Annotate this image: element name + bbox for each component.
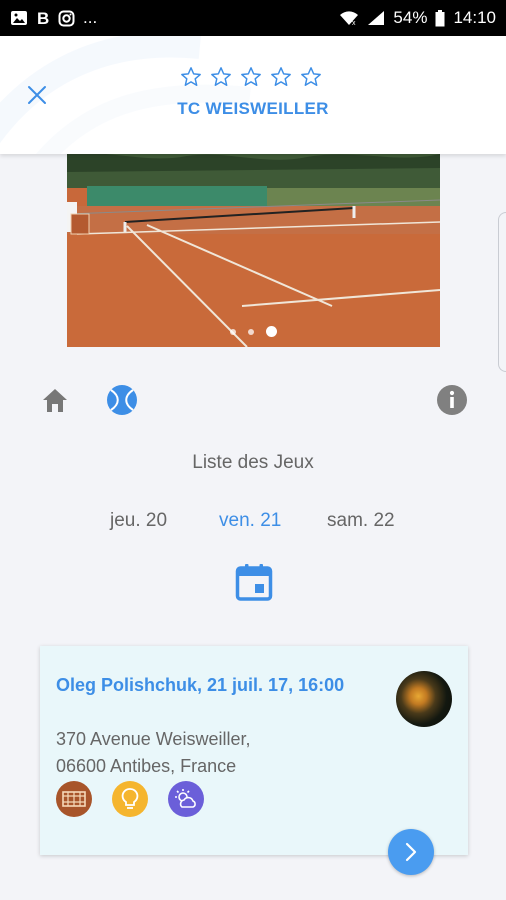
day-tab-3[interactable]: sam. 22 [327,510,395,532]
wifi-icon: x [339,10,359,26]
games-list-title: Liste des Jeux [192,452,314,473]
rating-stars[interactable] [180,66,322,88]
b-icon: B [36,9,50,27]
clock: 14:10 [453,8,496,27]
game-card[interactable]: Oleg Polishchuk, 21 juil. 17, 16:00 370 … [40,646,468,875]
open-game-button[interactable] [388,829,434,875]
star-icon[interactable] [180,66,202,88]
game-address: 370 Avenue Weisweiller, 06600 Antibes, F… [56,726,356,780]
header: TC WEISWEILLER [0,36,506,154]
battery-icon [435,9,445,27]
battery-percent: 54% [393,8,428,27]
tennis-court-image [67,154,440,347]
star-icon[interactable] [240,66,262,88]
court-surface-icon [56,781,92,817]
court-photo[interactable] [67,154,440,347]
instagram-icon [58,10,75,27]
svg-text:B: B [37,9,49,27]
avatar[interactable] [396,671,452,727]
home-icon [43,389,67,412]
gallery-pager[interactable] [67,326,440,337]
club-title: TC WEISWEILLER [177,99,329,118]
tennis-ball-icon [107,385,137,415]
day-tab-2[interactable]: ven. 21 [219,510,281,532]
calendar-icon [235,564,273,601]
feature-icons [56,781,204,817]
day-tab-1[interactable]: jeu. 20 [110,510,167,532]
info-button[interactable] [436,384,468,416]
side-drawer-handle[interactable] [498,212,506,372]
star-icon[interactable] [210,66,232,88]
game-title[interactable]: Oleg Polishchuk, 21 juil. 17, 16:00 [56,672,356,699]
star-icon[interactable] [300,66,322,88]
calendar-button[interactable] [235,563,273,601]
lightbulb-icon [112,781,148,817]
info-icon [437,385,467,415]
weather-icon [168,781,204,817]
address-line-2: 06600 Antibes, France [56,756,237,776]
pager-dot[interactable] [230,328,236,335]
image-icon [10,10,28,26]
home-button[interactable] [40,385,70,415]
pager-dot[interactable] [248,328,254,335]
address-line-1: 370 Avenue Weisweiller, [56,729,251,749]
tennis-ball-button[interactable] [106,384,138,416]
status-bar: B ... x 54% 14:10 [0,0,506,36]
status-overflow: ... [83,8,98,27]
pager-dot[interactable] [266,326,277,337]
chevron-right-icon [405,842,417,862]
signal-icon [367,10,385,26]
star-icon[interactable] [270,66,292,88]
svg-text:x: x [352,20,356,26]
